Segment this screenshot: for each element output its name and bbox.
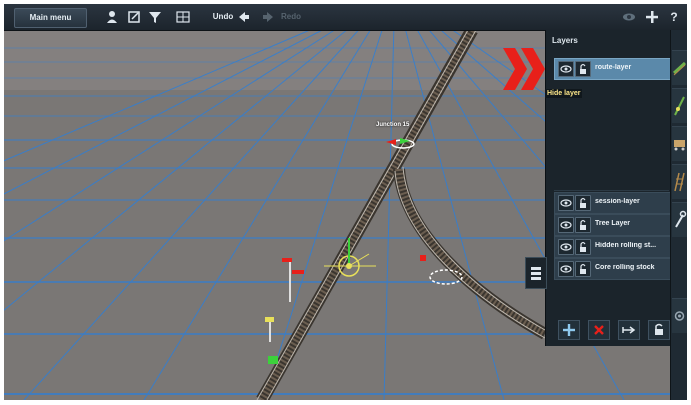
add-layer-icon[interactable] [558,320,580,340]
junction-label: Junction 15 [376,122,410,128]
rolling-stock-icon[interactable] [672,126,687,161]
layer-row-hidden-rolling[interactable]: Hidden rolling st... [554,236,671,258]
scenery-icon[interactable] [672,164,687,199]
delete-layer-icon[interactable] [588,320,610,340]
layers-title: Layers [552,36,578,45]
redo-label[interactable]: Redo [280,8,302,26]
eye-icon[interactable] [558,195,574,211]
settings-icon[interactable] [672,298,687,333]
track-signal-icon [420,255,426,261]
unlock-icon[interactable] [575,261,591,277]
layer-name: Hidden rolling st... [595,242,657,249]
double-chevron-icon [503,48,545,90]
redo-arrow-icon[interactable] [260,9,276,25]
app-window: Junction 15 Main menu Undo Redo ? Layers… [4,4,687,400]
layer-row-tree[interactable]: Tree Layer [554,214,671,236]
hide-layer-tooltip: Hide layer [545,89,583,98]
main-menu-button[interactable]: Main menu [14,8,87,28]
eye-icon[interactable] [558,239,574,255]
merge-layer-icon[interactable] [618,320,640,340]
layer-name: Tree Layer [595,220,631,227]
undo-arrow-icon[interactable] [236,9,252,25]
help-icon[interactable]: ? [666,9,682,25]
layers-panel: Layers route-layer session-layer Tree La… [545,30,671,346]
tools-icon[interactable] [672,202,687,237]
layer-row-route[interactable]: route-layer [554,58,671,80]
layer-name: route-layer [595,64,632,71]
unlock-icon[interactable] [575,239,591,255]
eye-icon[interactable] [558,217,574,233]
grid-icon[interactable] [175,9,191,25]
person-icon[interactable] [104,9,120,25]
eye-icon[interactable] [558,61,574,77]
layer-name: Core rolling stock [595,264,655,271]
lock-layer-icon[interactable] [648,320,670,340]
eye-icon[interactable] [621,9,637,25]
plus-icon[interactable] [644,9,660,25]
eye-icon[interactable] [558,261,574,277]
layer-name: session-layer [595,198,640,205]
edit-icon[interactable] [126,9,142,25]
layer-row-session[interactable]: session-layer [554,192,671,214]
unlock-icon[interactable] [575,195,591,211]
layer-list-divider [554,190,669,191]
filter-icon[interactable] [147,9,163,25]
top-toolbar: Main menu Undo Redo ? [4,4,687,31]
undo-label[interactable]: Undo [212,8,234,26]
unlock-icon[interactable] [575,61,591,77]
track-tool-icon[interactable] [672,50,687,85]
layer-row-core-rolling[interactable]: Core rolling stock [554,258,671,280]
unlock-icon[interactable] [575,217,591,233]
right-tool-rail [670,30,687,400]
route-edit-icon[interactable] [672,88,687,123]
layers-panel-toggle[interactable] [525,257,547,289]
